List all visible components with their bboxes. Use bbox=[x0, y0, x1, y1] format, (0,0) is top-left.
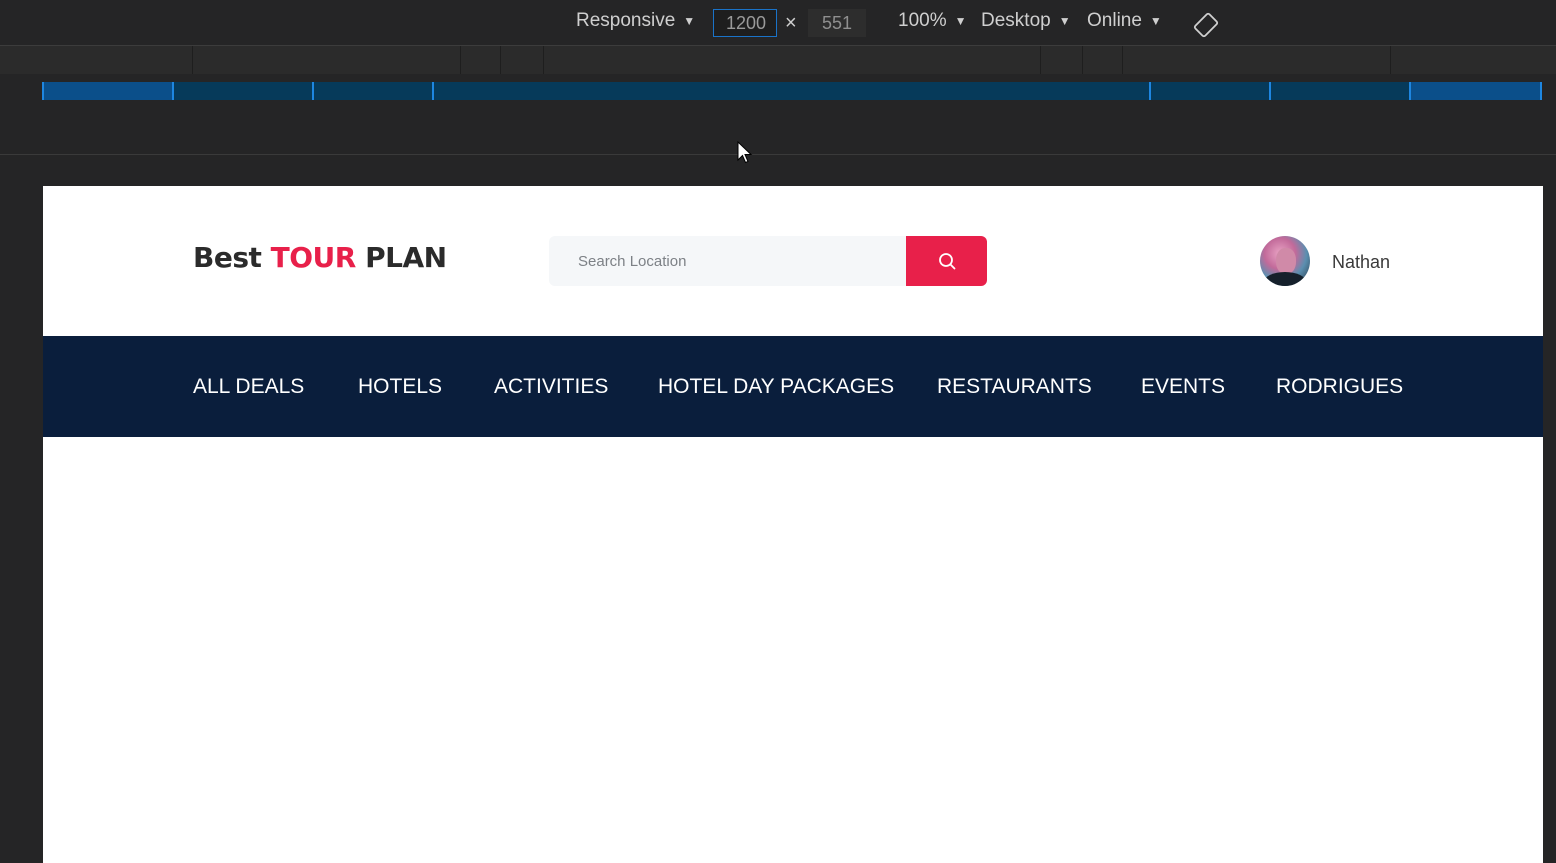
device-select[interactable]: Responsive ▼ bbox=[576, 10, 695, 32]
device-toolbar: Responsive ▼ 1200 × 551 100% ▼ Desktop ▼… bbox=[0, 0, 1556, 46]
nav-item-rodrigues[interactable]: RODRIGUES bbox=[1276, 375, 1403, 399]
site-logo[interactable]: Best TOUR PLAN bbox=[193, 241, 447, 274]
search-input[interactable] bbox=[549, 236, 906, 286]
dimension-separator: × bbox=[785, 12, 797, 34]
media-query-segment[interactable] bbox=[1041, 46, 1083, 74]
media-query-segment[interactable] bbox=[193, 46, 461, 74]
nav-item-events[interactable]: EVENTS bbox=[1141, 375, 1225, 399]
search-icon bbox=[938, 253, 955, 270]
nav-item-hotel-day-packages[interactable]: HOTEL DAY PACKAGES bbox=[658, 375, 894, 399]
width-value: 1200 bbox=[726, 12, 767, 33]
chevron-down-icon: ▼ bbox=[954, 14, 967, 28]
height-value: 551 bbox=[821, 12, 853, 33]
media-query-segment[interactable] bbox=[461, 46, 501, 74]
height-input[interactable]: 551 bbox=[808, 9, 866, 37]
zoom-label: 100% bbox=[898, 10, 947, 31]
rotate-icon[interactable] bbox=[1193, 12, 1219, 38]
device-type-label: Desktop bbox=[981, 10, 1051, 31]
media-query-segment[interactable] bbox=[1123, 46, 1391, 74]
media-query-segment[interactable] bbox=[1391, 46, 1556, 74]
search-bar bbox=[549, 236, 987, 286]
media-query-segment[interactable] bbox=[544, 46, 1041, 74]
nav-item-all-deals[interactable]: ALL DEALS bbox=[193, 375, 304, 399]
zoom-select[interactable]: 100% ▼ bbox=[898, 10, 967, 32]
device-type-select[interactable]: Desktop ▼ bbox=[981, 10, 1071, 32]
chevron-down-icon: ▼ bbox=[1058, 14, 1071, 28]
media-query-segment[interactable] bbox=[0, 46, 193, 74]
throttling-label: Online bbox=[1087, 10, 1142, 31]
avatar[interactable] bbox=[1260, 236, 1310, 286]
page-viewport: Best TOUR PLAN Nathan ALL DEALS HOTELS A… bbox=[43, 186, 1543, 863]
device-select-label: Responsive bbox=[576, 10, 676, 31]
nav-item-restaurants[interactable]: RESTAURANTS bbox=[937, 375, 1092, 399]
media-query-segment[interactable] bbox=[1083, 46, 1123, 74]
divider bbox=[0, 154, 1556, 155]
chevron-down-icon: ▼ bbox=[1149, 14, 1162, 28]
logo-word-2: TOUR bbox=[270, 241, 357, 274]
width-input[interactable]: 1200 bbox=[713, 9, 777, 37]
media-query-segment[interactable] bbox=[501, 46, 544, 74]
search-button[interactable] bbox=[906, 236, 987, 286]
chevron-down-icon: ▼ bbox=[683, 14, 696, 28]
logo-word-1: Best bbox=[193, 241, 262, 274]
user-name[interactable]: Nathan bbox=[1332, 252, 1390, 273]
logo-word-3: PLAN bbox=[365, 241, 447, 274]
main-nav: ALL DEALS HOTELS ACTIVITIES HOTEL DAY PA… bbox=[43, 336, 1543, 437]
nav-item-activities[interactable]: ACTIVITIES bbox=[494, 375, 608, 399]
mouse-cursor-icon bbox=[737, 141, 753, 164]
site-header: Best TOUR PLAN Nathan bbox=[43, 186, 1543, 336]
width-ruler[interactable] bbox=[42, 82, 1542, 100]
throttling-select[interactable]: Online ▼ bbox=[1087, 10, 1162, 32]
media-query-bar bbox=[0, 46, 1556, 74]
nav-item-hotels[interactable]: HOTELS bbox=[358, 375, 442, 399]
